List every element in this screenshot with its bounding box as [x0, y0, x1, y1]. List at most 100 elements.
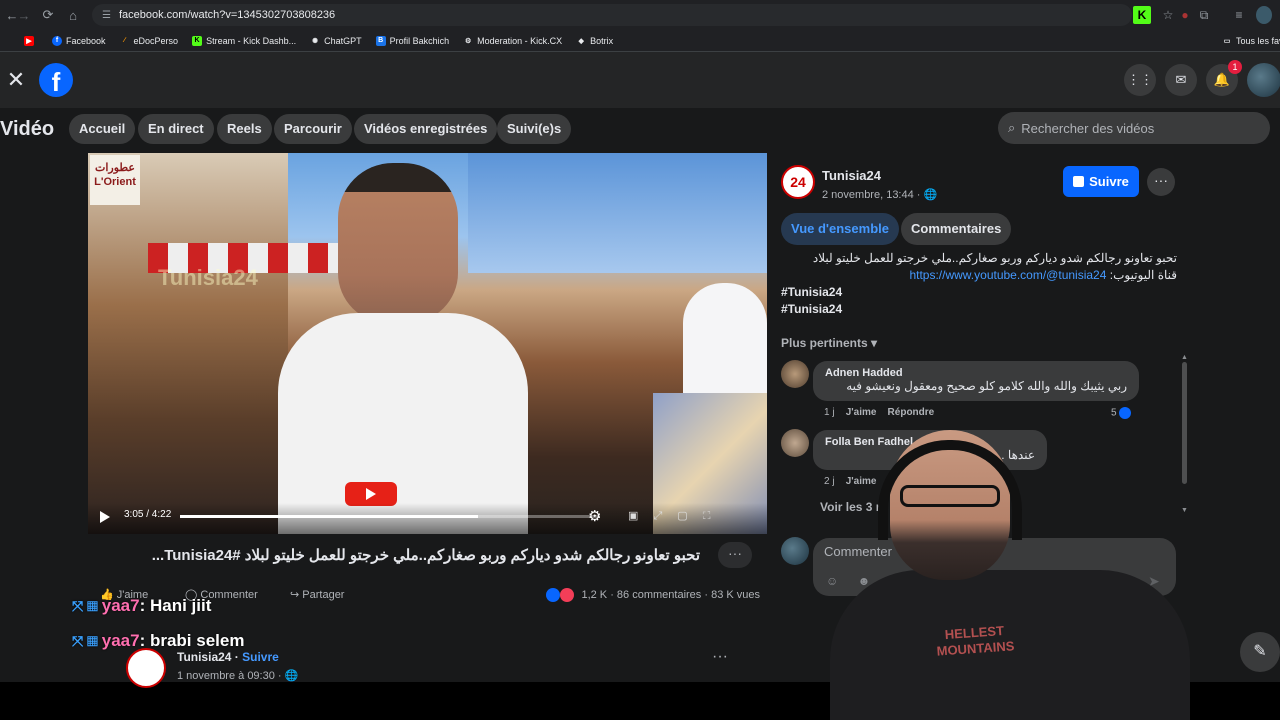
extensions-puzzle-icon[interactable]: ⧉	[1197, 6, 1211, 24]
extension-red-icon[interactable]: ●	[1178, 6, 1192, 24]
comment-like-count[interactable]: 5	[1111, 407, 1131, 419]
url-text: facebook.com/watch?v=1345302703808236	[118, 9, 336, 21]
video-player[interactable]: عطورات L'Orient Tunisia24 3:05 / 4:22 ⚙ …	[88, 153, 767, 534]
bookmark-chatgpt[interactable]: ✺ ChatGPT	[310, 36, 361, 46]
post-description-link-line: https://www.youtube.com/@tunisia24 :قناة…	[781, 268, 1177, 282]
forward-icon[interactable]: →	[12, 3, 36, 27]
tab-overview[interactable]: Vue d'ensemble	[781, 213, 899, 245]
hashtag[interactable]: #Tunisia24	[781, 302, 842, 316]
folder-icon: ▭	[1223, 37, 1231, 45]
address-bar[interactable]: ☰ facebook.com/watch?v=1345302703808236	[92, 4, 1132, 26]
my-avatar[interactable]	[781, 537, 809, 565]
video-progress-bar[interactable]	[180, 515, 600, 518]
nav-en-direct[interactable]: En direct	[138, 114, 214, 144]
scroll-up-icon[interactable]: ▲	[1181, 354, 1188, 361]
comment-reply[interactable]: Répondre	[888, 407, 935, 418]
bookmark-moderation-kick[interactable]: ⚙ Moderation - Kick.CX	[463, 36, 562, 46]
bookmark-youtube[interactable]: ▶	[24, 35, 38, 46]
page-avatar[interactable]: 24	[781, 165, 815, 199]
hashtag[interactable]: #Tunisia24	[781, 285, 842, 299]
youtube-label: :قناة اليوتيوب	[1109, 268, 1177, 282]
comment-like[interactable]: J'aime	[846, 407, 877, 418]
man-body	[278, 313, 528, 534]
comments-count[interactable]: 86 commentaires	[617, 589, 701, 601]
bookmark-profil-bakchich[interactable]: B Profil Bakchich	[375, 35, 449, 46]
kick-extension-icon[interactable]: K	[1133, 6, 1151, 24]
next-post-more-icon[interactable]: ···	[712, 648, 728, 666]
video-watermark: Tunisia24	[158, 265, 258, 290]
facebook-logo-icon[interactable]: f	[39, 63, 73, 97]
settings-gear-icon[interactable]: ⚙	[588, 507, 601, 525]
streamer-webcam: HELLEST MOUNTAINS	[830, 420, 1190, 720]
notification-badge: 1	[1228, 60, 1242, 74]
chat-username: yaa7	[101, 631, 140, 650]
like-badge-icon	[1118, 407, 1131, 419]
nav-suivis[interactable]: Suivi(e)s	[497, 114, 572, 144]
home-icon[interactable]: ⌂	[61, 3, 85, 27]
next-post-date: 1 novembre à 09:30 · 🌐	[177, 670, 299, 682]
follow-icon	[1073, 176, 1085, 187]
edocperso-icon: ∕	[123, 37, 126, 44]
post-description: تحبو تعاونو رجالكم شدو دياركم وربو صغارك…	[812, 251, 1177, 265]
video-scene-shop	[88, 153, 288, 534]
commenter-avatar[interactable]	[781, 429, 809, 457]
follow-label: Suivre	[1089, 174, 1129, 189]
video-stats: 1,2 K · 86 commentaires · 83 K vues	[546, 588, 760, 602]
comment-age[interactable]: 1 j	[824, 407, 835, 418]
bookmark-botrix[interactable]: ◆ Botrix	[576, 36, 613, 46]
section-title: Vidéo	[0, 118, 55, 140]
video-search-input[interactable]: ⌕ Rechercher des vidéos	[998, 112, 1270, 144]
next-post-avatar[interactable]	[126, 648, 166, 688]
menu-grid-icon[interactable]: ⋮⋮	[1124, 64, 1156, 96]
post-options-icon[interactable]: ···	[1147, 168, 1175, 196]
bookmark-edocperso[interactable]: ∕ eDocPerso	[120, 36, 178, 46]
notifications-bell-icon[interactable]: 🔔 1	[1206, 60, 1242, 96]
follow-button[interactable]: Suivre	[1063, 166, 1139, 197]
next-post-header: Tunisia24 · Suivre	[177, 650, 279, 664]
like-reaction-icon	[546, 588, 561, 602]
play-icon[interactable]	[100, 511, 110, 523]
nav-accueil[interactable]: Accueil	[69, 114, 136, 144]
commenter-avatar[interactable]	[781, 360, 809, 388]
shop-sign: عطورات L'Orient	[90, 155, 140, 205]
comment-sort-dropdown[interactable]: Plus pertinents ▾	[781, 336, 877, 350]
botrix-icon: ◆	[578, 37, 584, 45]
youtube-channel-link[interactable]: https://www.youtube.com/@tunisia24	[909, 268, 1106, 282]
next-post-follow[interactable]: Suivre	[242, 650, 279, 664]
video-scene-woman	[653, 283, 767, 534]
tab-comments[interactable]: Commentaires	[901, 213, 1012, 245]
site-settings-icon[interactable]: ☰	[102, 10, 111, 21]
nav-parcourir[interactable]: Parcourir	[274, 114, 352, 144]
nav-reels[interactable]: Reels	[217, 114, 272, 144]
bookmark-star-icon[interactable]: ☆	[1160, 6, 1176, 24]
kick-icon: K	[192, 35, 203, 46]
tab-search-icon[interactable]: ≡	[1232, 6, 1246, 24]
messenger-icon[interactable]: ✉	[1165, 64, 1197, 96]
search-placeholder: Rechercher des vidéos	[1021, 120, 1155, 136]
comment-bubble: Adnen Hadded ربي يثيبك والله والله كلامو…	[813, 361, 1139, 401]
bakchich-icon: B	[375, 35, 386, 46]
chatgpt-icon: ✺	[312, 37, 319, 45]
close-icon[interactable]: ✕	[4, 68, 28, 92]
nav-videos-enregistrees[interactable]: Vidéos enregistrées	[354, 114, 498, 144]
new-message-icon[interactable]: ✎	[1240, 632, 1280, 672]
reaction-count[interactable]: 1,2 K	[581, 589, 607, 601]
sort-label: Plus pertinents	[781, 336, 868, 350]
bookmark-facebook[interactable]: f Facebook	[52, 35, 106, 46]
page-name[interactable]: Tunisia24	[822, 168, 881, 183]
account-avatar[interactable]	[1247, 63, 1280, 97]
caption-more-button[interactable]: ···	[718, 542, 752, 568]
chat-username: yaa7	[101, 596, 140, 615]
share-button[interactable]: ↪ Partager	[290, 588, 344, 601]
chat-badge-icons: ⤧ ▦	[72, 633, 98, 649]
profile-icon[interactable]	[1256, 6, 1272, 24]
commenter-name[interactable]: Adnen Hadded	[825, 367, 1127, 379]
reload-icon[interactable]: ⟳	[36, 3, 60, 27]
player-extra-icons[interactable]: ▣ ⤢ ▢ ⛶	[628, 509, 716, 523]
bookmark-kick-dashboard[interactable]: K Stream - Kick Dashb...	[192, 35, 296, 46]
views-count: 83 K vues	[711, 588, 760, 601]
browser-toolbar: ← → ⟳ ⌂ ☰ facebook.com/watch?v=134530270…	[0, 0, 1280, 30]
all-bookmarks-folder[interactable]: ▭ Tous les fav	[1222, 36, 1280, 46]
gear-icon: ⚙	[465, 37, 472, 45]
next-post-page-name[interactable]: Tunisia24	[177, 650, 231, 664]
